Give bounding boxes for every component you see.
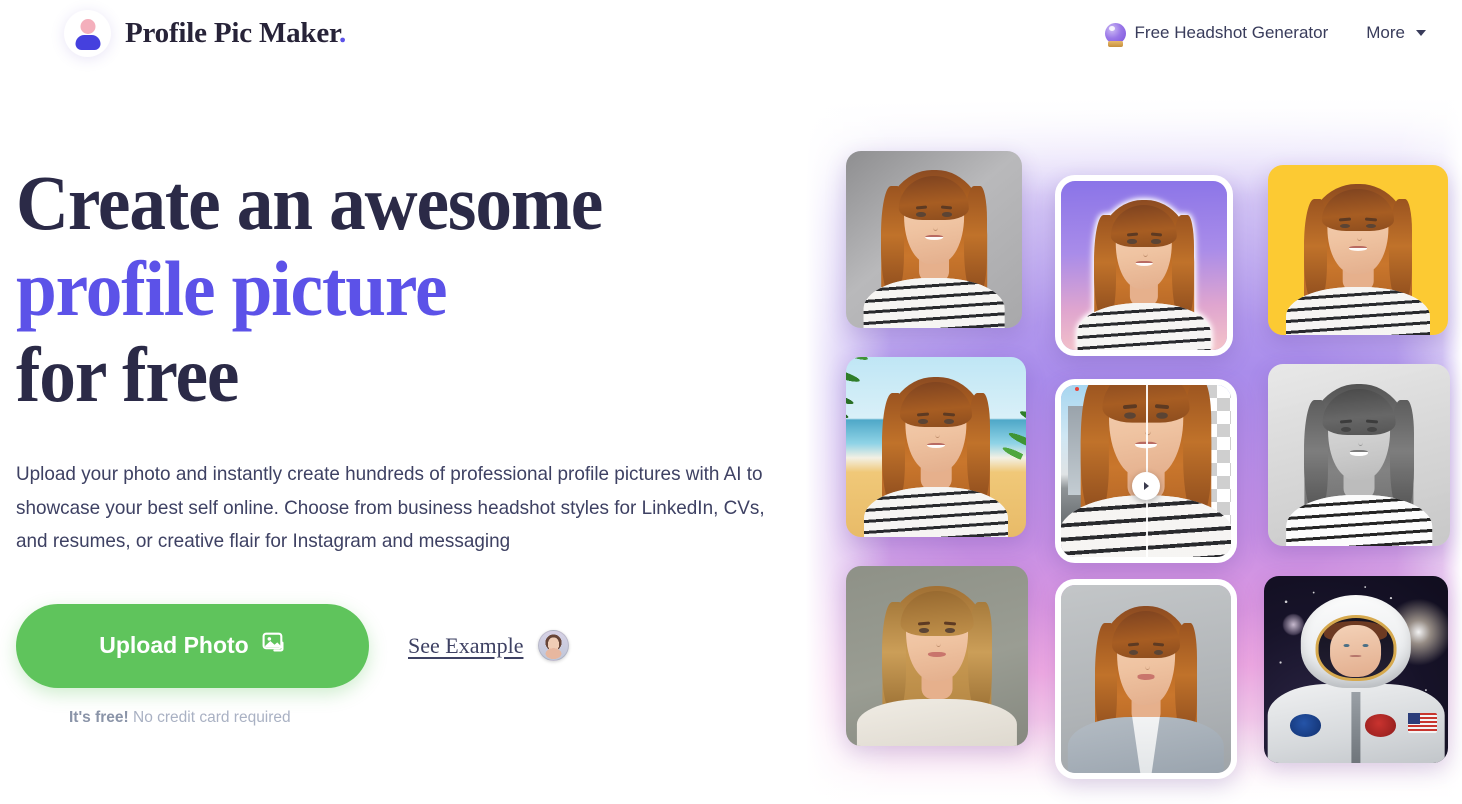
portrait-figure	[846, 151, 1022, 328]
gallery-card-yellow-solid[interactable]: Portrait with yellow background	[1268, 165, 1448, 335]
astronaut-figure	[1264, 576, 1448, 763]
gallery-card-beach-scene[interactable]: Portrait with tropical beach background	[846, 357, 1026, 537]
before-after-comparison	[1061, 385, 1231, 557]
portrait-figure	[1268, 364, 1450, 546]
nav-more-label: More	[1366, 23, 1405, 42]
gallery-card-black-white[interactable]: Black and white portrait	[1268, 364, 1450, 546]
portrait-image	[1061, 585, 1231, 773]
portrait-image	[846, 151, 1022, 328]
see-example-label: See Example	[408, 632, 524, 658]
portrait-image	[846, 357, 1026, 537]
headline-line-2: profile picture	[16, 245, 448, 332]
gallery-card-business-suit[interactable]: Business headshot in grey blazer	[1055, 579, 1237, 779]
nav-free-headshot-generator[interactable]: Free Headshot Generator	[1104, 22, 1329, 47]
nav-more-menu[interactable]: More	[1366, 23, 1426, 43]
gallery-card-olive-studio[interactable]: Portrait with olive studio background	[846, 566, 1028, 746]
upload-photo-button-label: Upload Photo	[99, 632, 249, 658]
portrait-figure-cutout	[1146, 385, 1231, 557]
sample-gallery: Portrait with grey studio background Por…	[806, 96, 1462, 804]
upload-photo-button[interactable]: Upload Photo	[16, 603, 369, 688]
portrait-figure	[846, 566, 1028, 746]
person-avatar-icon	[64, 9, 111, 57]
brand-name: Profile Pic Maker.	[125, 17, 346, 50]
gallery-card-grey-studio[interactable]: Portrait with grey studio background	[846, 151, 1022, 328]
nasa-patch-icon	[1289, 714, 1322, 737]
portrait-image	[1061, 181, 1227, 350]
brand-name-text: Profile Pic Maker	[125, 16, 340, 49]
example-avatar-icon	[538, 630, 570, 661]
fineprint-text: No credit card required	[133, 708, 291, 726]
comparison-divider	[1146, 385, 1148, 557]
pricing-fineprint: It's free! No credit card required	[69, 709, 816, 727]
landing-page: Profile Pic Maker. Free Headshot Generat…	[0, 0, 1462, 804]
cta-row: Upload Photo See Example	[16, 603, 816, 688]
headline-line-3: for free	[16, 331, 239, 418]
avatar-head-shape	[80, 18, 95, 34]
fineprint-highlight: It's free!	[69, 708, 129, 726]
nasa-patch-icon	[1365, 714, 1397, 737]
brand-logo[interactable]: Profile Pic Maker.	[64, 9, 346, 57]
portrait-image	[1268, 364, 1450, 546]
portrait-image	[1264, 576, 1448, 763]
gallery-card-astronaut[interactable]: Astronaut themed portrait	[1264, 576, 1448, 763]
gallery-card-before-after[interactable]: Before and after background removal comp…	[1055, 379, 1237, 563]
crystal-ball-icon	[1104, 22, 1126, 47]
portrait-image	[1268, 165, 1448, 335]
portrait-image	[846, 566, 1028, 746]
page-title: Create an awesome profile picture for fr…	[16, 160, 768, 418]
avatar-body-shape	[75, 34, 100, 50]
see-example-link[interactable]: See Example	[408, 630, 570, 661]
site-header: Profile Pic Maker. Free Headshot Generat…	[0, 0, 1462, 66]
usa-flag-icon	[1407, 712, 1437, 734]
after-panel	[1146, 385, 1231, 557]
primary-nav: Free Headshot Generator More	[1104, 22, 1426, 47]
image-icon	[261, 630, 286, 661]
nav-free-headshot-generator-label: Free Headshot Generator	[1134, 23, 1329, 42]
chevron-down-icon	[1416, 30, 1426, 36]
brand-name-dot: .	[339, 16, 347, 49]
portrait-figure	[1268, 165, 1448, 335]
portrait-figure	[1061, 585, 1231, 773]
left-right-arrows-icon[interactable]	[1132, 472, 1160, 501]
hero-copy: Create an awesome profile picture for fr…	[16, 160, 816, 727]
gallery-card-purple-gradient[interactable]: Portrait with purple gradient background	[1055, 175, 1233, 356]
headline-line-1: Create an awesome	[16, 159, 603, 246]
hero-description: Upload your photo and instantly create h…	[16, 463, 765, 552]
portrait-figure	[1061, 181, 1227, 350]
portrait-figure	[846, 357, 1026, 537]
